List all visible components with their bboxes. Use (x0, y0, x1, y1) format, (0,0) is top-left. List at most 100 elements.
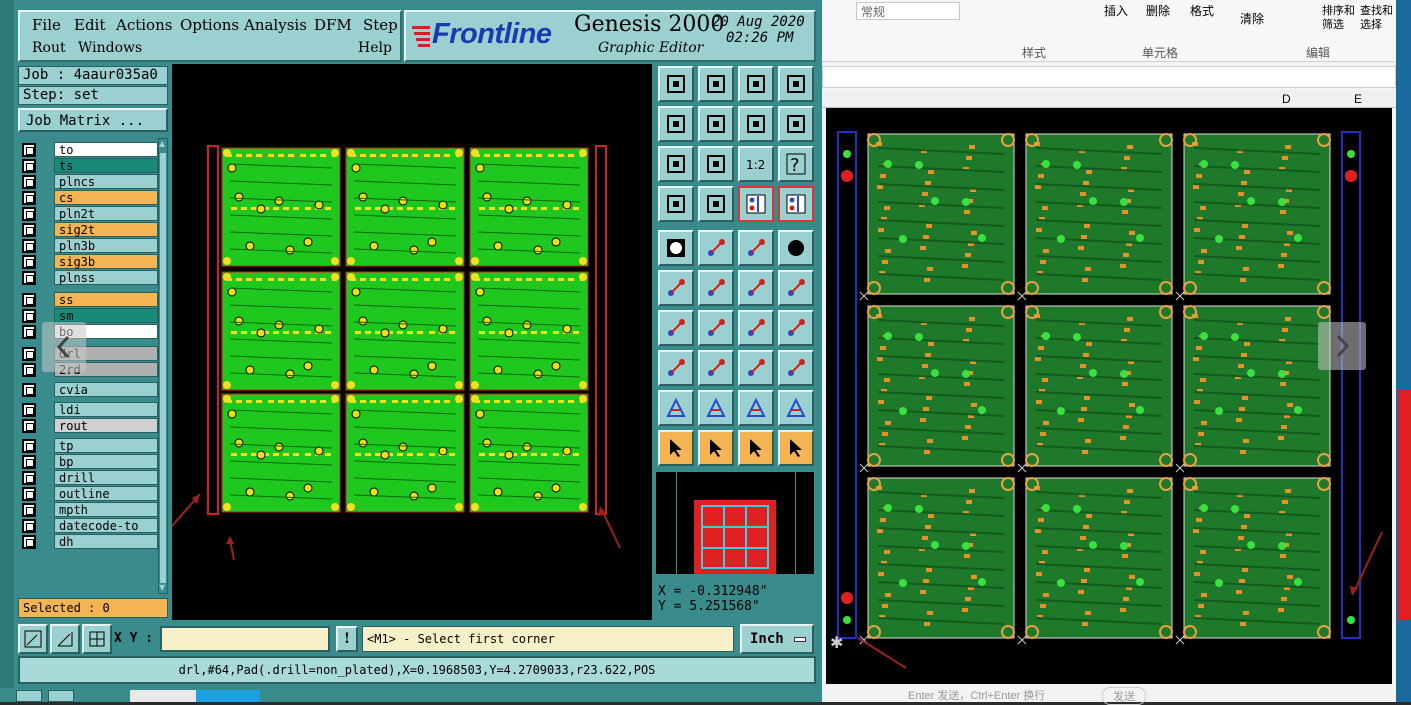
layer-checkbox[interactable] (22, 535, 36, 549)
line-node-2-tool-button[interactable] (778, 270, 814, 306)
layer-name[interactable]: to (54, 142, 158, 157)
minimap[interactable] (654, 470, 816, 576)
layer-checkbox[interactable] (22, 207, 36, 221)
pan-right-tool-button[interactable] (698, 106, 734, 142)
number-format-box[interactable]: 常规 (856, 2, 960, 20)
layer-checkbox[interactable] (22, 293, 36, 307)
pointer-3-tool-button[interactable] (738, 430, 774, 466)
layer-checkbox[interactable] (22, 363, 36, 377)
layer-checkbox[interactable] (22, 503, 36, 517)
scroll-down-icon[interactable]: ▼ (159, 583, 167, 593)
graphic-canvas[interactable] (157, 64, 652, 620)
layer-row[interactable]: plncs (22, 174, 158, 190)
layer-checkbox[interactable] (22, 239, 36, 253)
triangle-b-tool-button[interactable] (698, 390, 734, 426)
triangle-a-tool-button[interactable] (658, 390, 694, 426)
nodes-tool-button[interactable] (658, 270, 694, 306)
layer-checkbox[interactable] (22, 191, 36, 205)
connect-tool-button[interactable] (698, 186, 734, 222)
s-curve-tool-button[interactable] (778, 106, 814, 142)
find-select-button[interactable]: 查找和选择 (1360, 4, 1394, 32)
pointer-net-tool-button[interactable] (778, 430, 814, 466)
layer-row[interactable]: tp (22, 438, 158, 454)
layer-name[interactable]: sig3b (54, 254, 158, 269)
taskbar-button-1[interactable] (16, 690, 42, 702)
measure-button[interactable] (50, 624, 80, 654)
layer-row[interactable]: mpth (22, 502, 158, 518)
layer-row[interactable]: to (22, 142, 158, 158)
layer-name[interactable]: tp (54, 438, 158, 453)
scale-1-2-tool-button[interactable]: 1:2 (738, 146, 774, 182)
layer-name[interactable]: plncs (54, 174, 158, 189)
layer-row[interactable]: cvia (22, 382, 158, 398)
menu-step[interactable]: Step (363, 16, 398, 34)
layer-name[interactable]: dh (54, 534, 158, 549)
pointer-tool-button[interactable] (658, 430, 694, 466)
layer-row[interactable]: pln2t (22, 206, 158, 222)
pad-corner-tool-button[interactable] (658, 350, 694, 386)
formula-bar[interactable] (822, 66, 1396, 88)
clear-button[interactable]: 清除 (1240, 10, 1264, 27)
layer-row[interactable]: drill (22, 470, 158, 486)
fill-circle-tool-button[interactable] (658, 230, 694, 266)
menu-dfm[interactable]: DFM (314, 16, 352, 34)
menu-options[interactable]: Options (180, 16, 239, 34)
insert-button[interactable]: 插入 (1104, 2, 1128, 19)
page-up-tool-button[interactable] (658, 66, 694, 102)
send-button[interactable]: 发送 (1102, 687, 1146, 705)
layer-checkbox[interactable] (22, 419, 36, 433)
layer-checkbox[interactable] (22, 325, 36, 339)
layer-row[interactable]: outline (22, 486, 158, 502)
snap-tool-button[interactable] (658, 186, 694, 222)
menu-analysis[interactable]: Analysis (244, 16, 307, 34)
triangle-d-tool-button[interactable] (778, 390, 814, 426)
rotate-shape-tool-button[interactable] (698, 230, 734, 266)
pointer-2-tool-button[interactable] (698, 430, 734, 466)
layer-name[interactable]: bp (54, 454, 158, 469)
zoom-window-button[interactable] (18, 624, 48, 654)
layer-row[interactable]: sig3b (22, 254, 158, 270)
sort-filter-button[interactable]: 排序和筛选 (1322, 4, 1356, 32)
bracket-tool-button[interactable] (738, 350, 774, 386)
line-node-tool-button[interactable] (738, 270, 774, 306)
layer-name[interactable]: pln2t (54, 206, 158, 221)
taskbar-app-icon[interactable] (196, 690, 260, 702)
layer-name[interactable]: ts (54, 158, 158, 173)
layer-checkbox[interactable] (22, 223, 36, 237)
layer-checkbox[interactable] (22, 271, 36, 285)
layer-name[interactable]: cs (54, 190, 158, 205)
help-tool-button[interactable]: ? (778, 146, 814, 182)
zoom-fit-tool-button[interactable] (658, 146, 694, 182)
grid-button[interactable] (82, 624, 112, 654)
chat-input-bar[interactable]: Enter 发送，Ctrl+Enter 换行 发送 (822, 686, 1396, 705)
layer-checkbox[interactable] (22, 309, 36, 323)
layer-row[interactable]: bp (22, 454, 158, 470)
layer-checkbox[interactable] (22, 159, 36, 173)
layer-row[interactable]: plnss (22, 270, 158, 286)
zoom-center-tool-button[interactable] (698, 146, 734, 182)
menu-help[interactable]: Help (358, 40, 392, 56)
delete-button[interactable]: 删除 (1146, 2, 1170, 19)
triangle-c-tool-button[interactable] (738, 390, 774, 426)
layer-checkbox[interactable] (22, 471, 36, 485)
scroll-up-icon[interactable]: ▲ (159, 139, 167, 149)
layer-name[interactable]: plnss (54, 270, 158, 285)
swap-tool-button[interactable] (738, 106, 774, 142)
layer-name[interactable]: sig2t (54, 222, 158, 237)
horizontal-line-tool-button[interactable] (698, 350, 734, 386)
curve-arrow-tool-button[interactable] (738, 310, 774, 346)
xy-input[interactable] (160, 626, 330, 652)
layer-name[interactable]: drill (54, 470, 158, 485)
carousel-prev-button[interactable] (42, 322, 86, 372)
layer-checkbox[interactable] (22, 143, 36, 157)
menu-edit[interactable]: Edit (74, 16, 105, 34)
layer-checkbox[interactable] (22, 487, 36, 501)
column-e[interactable]: E (1354, 92, 1362, 106)
layer-name[interactable]: outline (54, 486, 158, 501)
layer-checkbox[interactable] (22, 255, 36, 269)
page-down-tool-button[interactable] (698, 66, 734, 102)
carousel-next-button[interactable] (1318, 322, 1366, 370)
layer-row[interactable]: cs (22, 190, 158, 206)
layer-row[interactable]: dh (22, 534, 158, 550)
layer-checkbox[interactable] (22, 455, 36, 469)
